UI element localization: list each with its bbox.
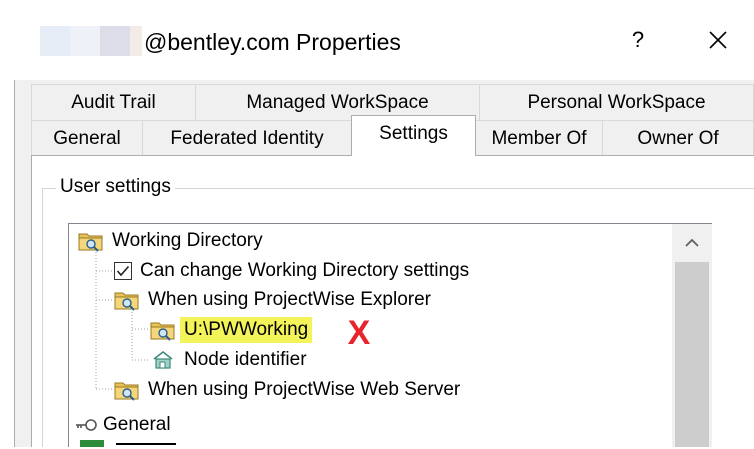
folder-search-icon <box>150 322 175 341</box>
tree-item-label-highlighted: U:\PWWorking <box>180 317 313 343</box>
folder-search-icon <box>78 233 103 252</box>
tree-item-label: When using ProjectWise Explorer <box>148 289 431 310</box>
tree-item-can-change[interactable]: Can change Working Directory settings <box>114 256 469 286</box>
tree-item-label: Can change Working Directory settings <box>140 260 470 281</box>
window-title: @bentley.com Properties <box>144 29 401 55</box>
tab-federated-identity[interactable]: Federated Identity <box>142 120 352 156</box>
close-icon <box>709 31 727 49</box>
group-label: User settings <box>56 175 175 199</box>
tree-item-working-directory[interactable]: Working Directory <box>78 226 263 256</box>
tree-item-general[interactable]: General <box>74 410 171 440</box>
tree-item-projectwise-explorer[interactable]: When using ProjectWise Explorer <box>114 285 431 315</box>
tab-member-of[interactable]: Member Of <box>475 120 603 156</box>
redacted-region <box>130 26 142 56</box>
tab-personal-workspace[interactable]: Personal WorkSpace <box>479 84 754 120</box>
tree-item-label: General <box>103 414 171 435</box>
red-x-annotation: X <box>340 313 378 356</box>
tree-item-node-identifier[interactable]: Node identifier <box>150 345 307 375</box>
tab-owner-of[interactable]: Owner Of <box>602 120 754 156</box>
tab-general[interactable]: General <box>31 120 143 156</box>
chevron-up-icon <box>685 238 699 247</box>
redacted-region <box>40 26 70 56</box>
tree-item-label: Working Directory <box>112 230 263 251</box>
checkmark-icon <box>116 265 130 277</box>
tree-item-label: Node identifier <box>184 349 307 370</box>
help-button[interactable]: ? <box>618 20 658 60</box>
tab-settings[interactable]: Settings <box>351 115 476 156</box>
close-button[interactable] <box>696 20 740 60</box>
key-icon <box>76 419 97 431</box>
red-x-icon: X <box>347 313 372 353</box>
tree-item-partial-icon <box>80 440 104 447</box>
network-node-icon <box>153 350 173 369</box>
tree-item-partial-text <box>116 443 176 449</box>
scroll-thumb[interactable] <box>675 262 709 447</box>
title-bar: @bentley.com Properties ? <box>0 0 754 80</box>
scroll-up-button[interactable] <box>672 226 712 260</box>
checkbox-checked[interactable] <box>114 262 132 280</box>
redacted-region <box>70 26 100 56</box>
folder-search-icon <box>114 382 139 401</box>
folder-search-icon <box>114 292 139 311</box>
tree-item-label: When using ProjectWise Web Server <box>148 379 461 400</box>
redacted-region <box>100 26 130 56</box>
tree-item-pwworking[interactable]: U:\PWWorking <box>150 315 313 345</box>
tree-item-projectwise-web-server[interactable]: When using ProjectWise Web Server <box>114 375 460 405</box>
annotation-mark: X <box>348 314 371 351</box>
redacted-region <box>0 26 40 56</box>
tab-audit-trail[interactable]: Audit Trail <box>31 84 196 120</box>
